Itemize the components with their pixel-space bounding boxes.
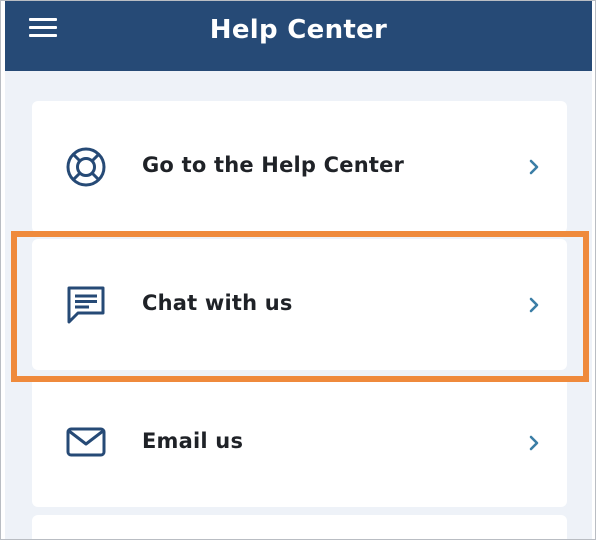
help-center-label: Go to the Help Center bbox=[142, 153, 405, 177]
lifebuoy-icon bbox=[66, 147, 106, 187]
help-center-screen: Help Center Go to the Help Center Chat w… bbox=[5, 1, 592, 539]
next-menu-item-partial[interactable] bbox=[32, 515, 567, 539]
page-title: Help Center bbox=[209, 15, 388, 45]
envelope-icon bbox=[66, 427, 106, 457]
chat-bubble-icon bbox=[67, 286, 105, 324]
email-us-label: Email us bbox=[142, 429, 244, 453]
help-center-menu-item[interactable]: Go to the Help Center bbox=[32, 101, 567, 233]
chevron-right-icon bbox=[529, 159, 539, 175]
email-us-menu-item[interactable]: Email us bbox=[32, 377, 567, 507]
chevron-right-icon bbox=[529, 297, 539, 313]
screenshot-frame: Help Center Go to the Help Center Chat w… bbox=[0, 0, 596, 540]
chat-with-us-label: Chat with us bbox=[142, 291, 293, 315]
chevron-right-icon bbox=[529, 435, 539, 451]
chat-with-us-menu-item[interactable]: Chat with us bbox=[32, 239, 567, 370]
app-header: Help Center bbox=[5, 1, 592, 71]
